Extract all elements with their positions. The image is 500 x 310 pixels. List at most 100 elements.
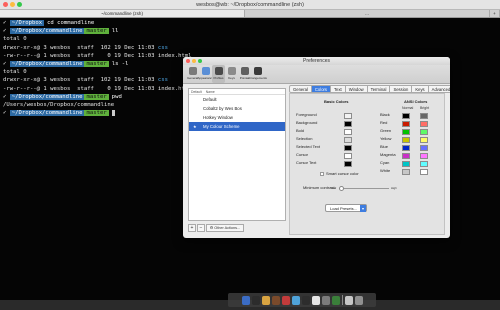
toolbar-label: Keys <box>228 76 235 80</box>
dock-app-icon[interactable] <box>321 295 330 305</box>
toolbar-profiles[interactable]: Profiles <box>212 65 225 83</box>
close-icon[interactable] <box>186 58 190 63</box>
preferences-window: Preferences General Appearance Profiles Key… <box>183 57 450 238</box>
profile-list[interactable]: Default Name Default Cobalt2 by Wes Bos Ho… <box>188 88 286 221</box>
minimize-icon[interactable] <box>10 2 15 7</box>
preferences-toolbar: General Appearance Profiles Keys Pointer Arra… <box>183 65 450 84</box>
terminal-title: wesbos@wb: ~/Dropbox/commandline (zsh) <box>196 2 304 8</box>
tab-window[interactable]: Window <box>345 85 368 93</box>
prompt-command: ll <box>111 28 119 35</box>
dock-app-icon[interactable] <box>281 295 290 305</box>
preferences-title: Preferences <box>303 58 330 64</box>
prompt-directory: ~/Dropbox/commandline <box>9 28 85 35</box>
tab-general[interactable]: General <box>289 85 312 93</box>
dock-app-icon[interactable] <box>301 295 310 305</box>
ansi-bright-swatch[interactable] <box>420 160 428 167</box>
ansi-bright-swatch[interactable] <box>420 120 428 127</box>
zoom-icon[interactable] <box>17 2 22 7</box>
terminal-tab-bar: ~/commandline (zsh) ... + <box>0 10 500 18</box>
add-profile-button[interactable]: + <box>188 223 196 232</box>
profile-item[interactable]: Cobalt2 by Wes Bos <box>189 104 285 113</box>
prompt-git-branch: master <box>84 110 109 117</box>
ansi-bright-heading: Bright <box>420 106 430 110</box>
profile-name: Cobalt2 by Wes Bos <box>203 106 242 111</box>
min-contrast-slider[interactable] <box>339 188 389 189</box>
dock-app-icon[interactable] <box>344 295 353 305</box>
prompt-command: pwd <box>111 93 122 100</box>
dock-app-icon[interactable] <box>291 295 300 305</box>
load-presets-button[interactable]: Load Presets... ▾ <box>325 204 367 212</box>
ansi-normal-swatch[interactable] <box>402 120 410 127</box>
profile-item[interactable]: Hotkey Window <box>189 113 285 122</box>
ansi-normal-swatch[interactable] <box>402 168 410 175</box>
terminal-tab[interactable]: ... <box>245 10 490 17</box>
prompt-arrow-icon: ✓ <box>3 110 10 117</box>
smart-cursor-checkbox[interactable] <box>320 172 324 176</box>
tab-advanced[interactable]: Advanced <box>428 85 450 93</box>
tab-terminal[interactable]: Terminal <box>367 85 391 93</box>
dock-app-icon[interactable] <box>311 295 320 305</box>
ansi-normal-swatch[interactable] <box>402 152 410 159</box>
toolbar-arrangements[interactable]: Arrangements <box>248 65 267 83</box>
dock-app-icon[interactable] <box>261 295 270 305</box>
column-name[interactable]: Name <box>206 90 215 94</box>
ansi-normal-swatch[interactable] <box>402 160 410 167</box>
switch-icon <box>188 67 197 75</box>
zoom-icon[interactable] <box>198 58 202 63</box>
ansi-bright-swatch[interactable] <box>420 128 428 135</box>
ls-entry-name: css <box>157 77 169 84</box>
ansi-bright-swatch[interactable] <box>420 152 428 159</box>
remove-profile-button[interactable]: − <box>197 223 205 232</box>
dock-app-icon[interactable] <box>354 295 363 305</box>
dock-app-icon[interactable] <box>271 295 280 305</box>
toolbar-keys[interactable]: Keys <box>225 65 238 83</box>
ansi-normal-swatch[interactable] <box>402 144 410 151</box>
profiles-icon <box>214 67 223 75</box>
basic-color-swatch[interactable] <box>344 120 352 127</box>
ansi-normal-swatch[interactable] <box>402 128 410 135</box>
minimize-icon[interactable] <box>192 58 196 63</box>
tab-text[interactable]: Text <box>331 85 346 93</box>
ansi-bright-swatch[interactable] <box>420 112 428 119</box>
tab-session[interactable]: Session <box>390 85 413 93</box>
column-default[interactable]: Default <box>191 90 202 94</box>
prompt-arrow-icon: ✓ <box>3 20 10 26</box>
basic-color-label: Selected Text <box>296 144 320 149</box>
basic-color-swatch[interactable] <box>344 136 352 143</box>
ls-entry-meta: drwxr-xr-x@ 3 wesbos staff 102 19 Dec 11… <box>3 44 158 51</box>
dock-app-icon[interactable] <box>251 295 260 305</box>
prompt-command: ls -l <box>111 60 129 67</box>
prompt-git-branch: master <box>84 60 109 67</box>
dock-app-icon[interactable] <box>241 295 250 305</box>
basic-color-swatch[interactable] <box>344 144 352 151</box>
ansi-bright-swatch[interactable] <box>420 144 428 151</box>
chevron-down-icon: ▾ <box>360 205 366 212</box>
basic-color-swatch[interactable] <box>344 160 352 167</box>
profile-item[interactable]: ★ My Colour Scheme <box>189 122 285 131</box>
profile-item[interactable]: Default <box>189 95 285 104</box>
new-tab-button[interactable]: + <box>490 10 500 17</box>
slider-knob[interactable] <box>339 185 344 191</box>
tab-colors[interactable]: Colors <box>311 85 332 93</box>
basic-color-label: Cursor <box>296 152 309 157</box>
ansi-bright-swatch[interactable] <box>420 136 428 143</box>
profile-name: Hotkey Window <box>203 115 233 120</box>
ansi-normal-swatch[interactable] <box>402 136 410 143</box>
toolbar-general[interactable]: General <box>186 65 199 83</box>
toolbar-appearance[interactable]: Appearance <box>197 65 214 83</box>
basic-color-label: Cursor Text <box>296 160 317 165</box>
ansi-color-label: White <box>380 168 391 173</box>
profile-name: Default <box>203 97 217 102</box>
basic-color-swatch[interactable] <box>344 112 352 119</box>
ansi-normal-swatch[interactable] <box>402 112 410 119</box>
tab-keys[interactable]: Keys <box>412 85 429 93</box>
basic-color-swatch[interactable] <box>344 128 352 135</box>
other-actions-menu[interactable]: ⚙ Other Actions... <box>206 223 244 232</box>
toolbar-pointer[interactable]: Pointer <box>238 65 251 83</box>
basic-color-swatch[interactable] <box>344 152 352 159</box>
terminal-tab[interactable]: ~/commandline (zsh) <box>0 10 245 17</box>
dock-app-icon[interactable] <box>331 295 340 305</box>
close-icon[interactable] <box>3 2 8 7</box>
ansi-normal-heading: Normal <box>402 106 414 110</box>
ansi-bright-swatch[interactable] <box>420 168 428 175</box>
